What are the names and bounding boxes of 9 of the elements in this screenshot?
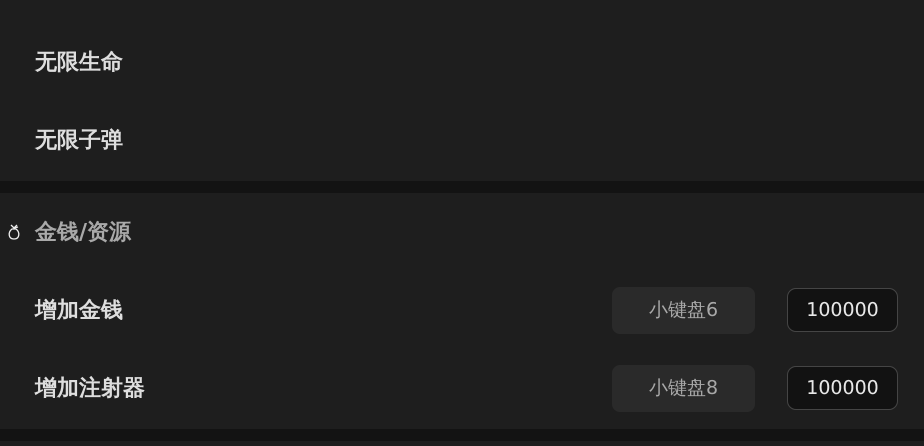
- section-title: 金钱/资源: [35, 219, 132, 247]
- value-input[interactable]: 100000: [787, 366, 898, 410]
- option-label: 无限子弹: [35, 127, 124, 155]
- hotkey-button[interactable]: 小键盘6: [612, 286, 755, 334]
- option-label: 增加金钱: [35, 297, 124, 325]
- hotkey-button[interactable]: 小键盘8: [612, 364, 755, 412]
- option-label: 无限生命: [35, 49, 124, 77]
- value-input[interactable]: 100000: [787, 288, 898, 332]
- option-label: 增加注射器: [35, 375, 146, 403]
